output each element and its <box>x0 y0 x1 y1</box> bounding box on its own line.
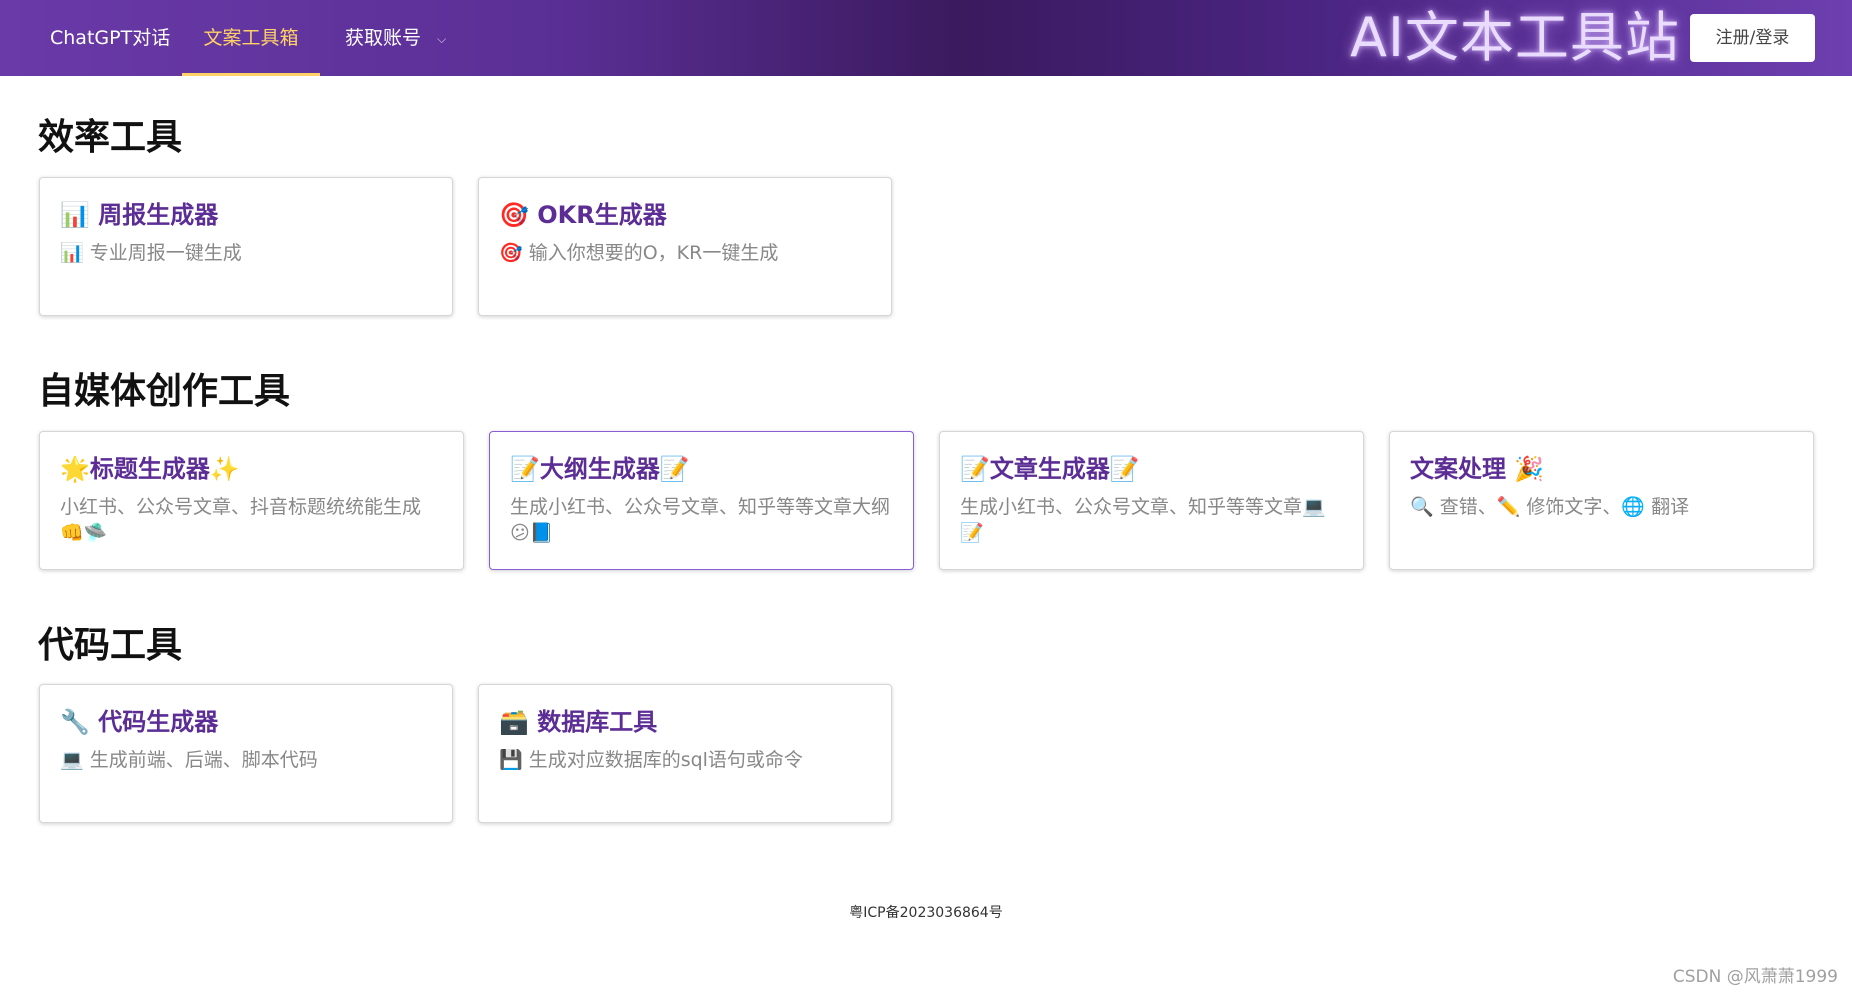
card-title: 文案处理 🎉 <box>1410 455 1545 483</box>
card-description: 📊 专业周报一键生成 <box>60 242 242 264</box>
card-okr-generator[interactable]: 🎯 OKR生成器 🎯 输入你想要的O，KR一键生成 <box>478 177 892 316</box>
card-title: 📊 周报生成器 <box>60 201 219 229</box>
section-title-media: 自媒体创作工具 <box>38 371 291 412</box>
card-copy-processing[interactable]: 文案处理 🎉 🔍 查错、✏️ 修饰文字、🌐 翻译 <box>1389 431 1814 570</box>
card-description: 💻 生成前端、后端、脚本代码 <box>60 749 318 771</box>
nav-chatgpt[interactable]: ChatGPT对话 <box>50 0 170 76</box>
csdn-watermark: CSDN @风萧萧1999 <box>1672 967 1838 987</box>
card-database-tool[interactable]: 🗃️ 数据库工具 💾 生成对应数据库的sql语句或命令 <box>478 684 892 823</box>
card-title-generator[interactable]: 🌟标题生成器✨ 小红书、公众号文章、抖音标题统统能生成👊🛸 <box>39 431 464 570</box>
card-title: 🔧 代码生成器 <box>60 708 219 736</box>
card-title: 📝文章生成器📝 <box>960 455 1140 483</box>
card-code-generator[interactable]: 🔧 代码生成器 💻 生成前端、后端、脚本代码 <box>39 684 453 823</box>
site-brand-title: AI文本工具站 <box>1350 6 1680 69</box>
login-register-button[interactable]: 注册/登录 <box>1690 14 1815 62</box>
top-navbar: ChatGPT对话 文案工具箱 获取账号 ⌵ AI文本工具站 注册/登录 <box>0 0 1852 76</box>
card-title: 🎯 OKR生成器 <box>499 201 667 229</box>
card-description: 生成小红书、公众号文章、知乎等等文章大纲😕📘 <box>510 496 891 544</box>
card-description: 🔍 查错、✏️ 修饰文字、🌐 翻译 <box>1410 496 1690 518</box>
card-outline-generator[interactable]: 📝大纲生成器📝 生成小红书、公众号文章、知乎等等文章大纲😕📘 <box>489 431 914 570</box>
card-description: 🎯 输入你想要的O，KR一键生成 <box>499 242 779 264</box>
section-title-efficiency: 效率工具 <box>38 117 183 158</box>
icp-record-link[interactable]: 粤ICP备2023036864号 <box>0 902 1852 922</box>
chevron-down-icon: ⌵ <box>437 31 447 46</box>
card-title: 🌟标题生成器✨ <box>60 455 240 483</box>
card-title: 🗃️ 数据库工具 <box>499 708 658 736</box>
nav-get-account[interactable]: 获取账号 ⌵ <box>345 0 446 76</box>
nav-get-account-label: 获取账号 <box>345 27 422 49</box>
card-description: 小红书、公众号文章、抖音标题统统能生成👊🛸 <box>60 496 422 544</box>
section-title-code: 代码工具 <box>38 625 183 666</box>
card-article-generator[interactable]: 📝文章生成器📝 生成小红书、公众号文章、知乎等等文章💻📝 <box>939 431 1364 570</box>
card-description: 生成小红书、公众号文章、知乎等等文章💻📝 <box>960 496 1326 544</box>
nav-copy-toolbox[interactable]: 文案工具箱 <box>182 0 320 76</box>
card-weekly-report[interactable]: 📊 周报生成器 📊 专业周报一键生成 <box>39 177 453 316</box>
card-description: 💾 生成对应数据库的sql语句或命令 <box>499 749 803 771</box>
card-title: 📝大纲生成器📝 <box>510 455 690 483</box>
